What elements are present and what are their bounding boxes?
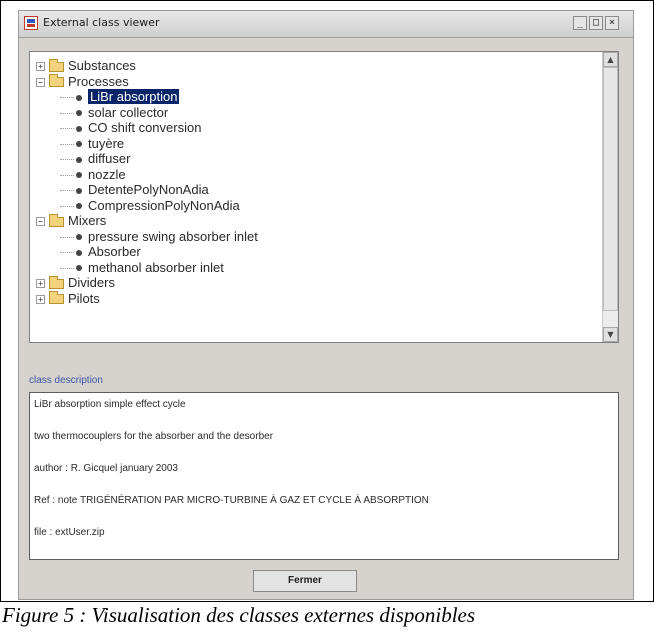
- folder-icon: [49, 58, 64, 72]
- close-window-button[interactable]: ×: [605, 16, 619, 30]
- description-line: LiBr absorption simple effect cycle: [34, 399, 186, 410]
- tree-item-nozzle[interactable]: nozzle: [36, 167, 258, 183]
- tree-group-label: Dividers: [68, 275, 115, 290]
- tree-item-label: diffuser: [88, 151, 131, 166]
- leaf-icon: [76, 265, 82, 272]
- tree-item-label: pressure swing absorber inlet: [88, 228, 258, 244]
- tree-item-label: LiBr absorption: [88, 89, 180, 104]
- leaf-icon: [76, 172, 82, 179]
- app-icon: [24, 16, 38, 30]
- collapse-icon[interactable]: −: [36, 77, 45, 87]
- tree-item-label: nozzle: [88, 166, 126, 182]
- minimize-button[interactable]: _: [573, 16, 587, 30]
- collapse-icon[interactable]: −: [36, 217, 45, 227]
- title-bar[interactable]: External class viewer _ □ ×: [19, 11, 633, 38]
- tree-item-compression-poly-non-adia[interactable]: CompressionPolyNonAdia: [36, 198, 258, 214]
- leaf-icon: [76, 234, 82, 241]
- tree-group-pilots[interactable]: + Pilots: [36, 291, 258, 307]
- description-line: file : extUser.zip: [34, 527, 105, 538]
- folder-open-icon: [49, 213, 64, 227]
- description-line: Ref : note TRIGÉNÉRATION PAR MICRO-TURBI…: [34, 495, 429, 506]
- leaf-icon: [76, 110, 82, 117]
- tree-item-label: DetentePolyNonAdia: [88, 182, 209, 197]
- tree-item-libr-absorption[interactable]: LiBr absorption: [36, 89, 258, 105]
- tree-group-mixers[interactable]: − Mixers: [36, 213, 258, 229]
- leaf-icon: [76, 156, 82, 163]
- maximize-button[interactable]: □: [589, 16, 603, 30]
- tree-group-substances[interactable]: + Substances: [36, 58, 258, 74]
- class-description-label: class description: [29, 375, 103, 386]
- leaf-icon: [76, 141, 82, 148]
- tree-item-tuyere[interactable]: tuyère: [36, 136, 258, 152]
- description-line: author : R. Gicquel january 2003: [34, 463, 178, 474]
- description-line: two thermocouplers for the absorber and …: [34, 431, 274, 442]
- expand-icon[interactable]: +: [36, 294, 45, 304]
- window-title: External class viewer: [43, 16, 160, 29]
- tree-item-absorber[interactable]: Absorber: [36, 244, 258, 260]
- tree-item-label: CO shift conversion: [88, 120, 202, 135]
- tree-item-co-shift-conversion[interactable]: CO shift conversion: [36, 120, 258, 136]
- expand-icon[interactable]: +: [36, 279, 45, 289]
- leaf-icon: [76, 94, 82, 101]
- tree-group-dividers[interactable]: + Dividers: [36, 275, 258, 291]
- leaf-icon: [76, 187, 82, 194]
- tree-item-detente-poly-non-adia[interactable]: DetentePolyNonAdia: [36, 182, 258, 198]
- tree-item-solar-collector[interactable]: solar collector: [36, 105, 258, 121]
- tree-scrollbar[interactable]: ▲ ▼: [602, 52, 618, 342]
- tree-group-label: Pilots: [68, 290, 100, 306]
- folder-icon: [49, 275, 64, 289]
- scroll-down-icon[interactable]: ▼: [603, 327, 618, 342]
- scroll-thumb[interactable]: [603, 67, 618, 311]
- tree-item-diffuser[interactable]: diffuser: [36, 151, 258, 167]
- leaf-icon: [76, 249, 82, 256]
- tree-group-label: Substances: [68, 58, 136, 73]
- tree-group-label: Processes: [68, 73, 129, 89]
- class-tree-panel: + Substances − Processes LiBr absorption s…: [29, 51, 619, 343]
- leaf-icon: [76, 203, 82, 210]
- folder-open-icon: [49, 74, 64, 88]
- scroll-up-icon[interactable]: ▲: [603, 52, 618, 67]
- folder-icon: [49, 291, 64, 305]
- expand-icon[interactable]: +: [36, 62, 45, 72]
- tree-item-pressure-swing-absorber-inlet[interactable]: pressure swing absorber inlet: [36, 229, 258, 245]
- tree-item-methanol-absorber-inlet[interactable]: methanol absorber inlet: [36, 260, 258, 276]
- leaf-icon: [76, 125, 82, 132]
- class-tree: + Substances − Processes LiBr absorption s…: [36, 58, 258, 306]
- tree-group-processes[interactable]: − Processes: [36, 74, 258, 90]
- tree-item-label: CompressionPolyNonAdia: [88, 197, 240, 213]
- class-description-textarea[interactable]: LiBr absorption simple effect cycle two …: [29, 392, 619, 560]
- figure-caption: Figure 5 : Visualisation des classes ext…: [2, 603, 476, 627]
- tree-item-label: methanol absorber inlet: [88, 259, 224, 275]
- tree-item-label: solar collector: [88, 104, 169, 120]
- tree-item-label: tuyère: [88, 135, 125, 151]
- tree-item-label: Absorber: [88, 244, 141, 259]
- tree-group-label: Mixers: [68, 213, 107, 228]
- fermer-button[interactable]: Fermer: [253, 570, 357, 592]
- external-class-viewer-window: External class viewer _ □ × + Substances …: [18, 10, 634, 600]
